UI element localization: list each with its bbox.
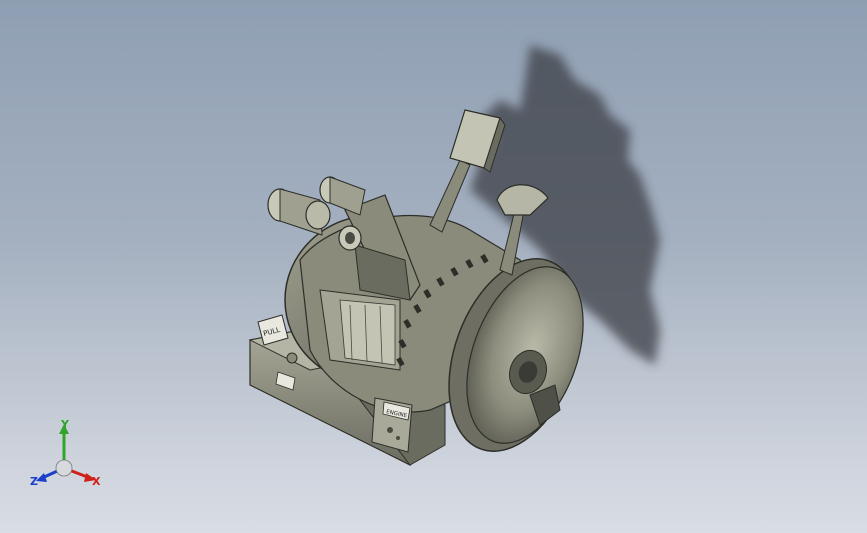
graphics-viewport[interactable]: PULL ENGINE Y X Z [0,0,867,533]
front-placard: ENGINE [371,397,413,453]
z-axis-label: Z [30,475,38,488]
triad-axes [36,424,96,482]
x-axis-label: X [92,475,101,488]
3d-model-view[interactable]: PULL ENGINE [0,0,867,533]
y-axis-label: Y [61,418,69,431]
orientation-triad: Y X Z [28,418,108,500]
